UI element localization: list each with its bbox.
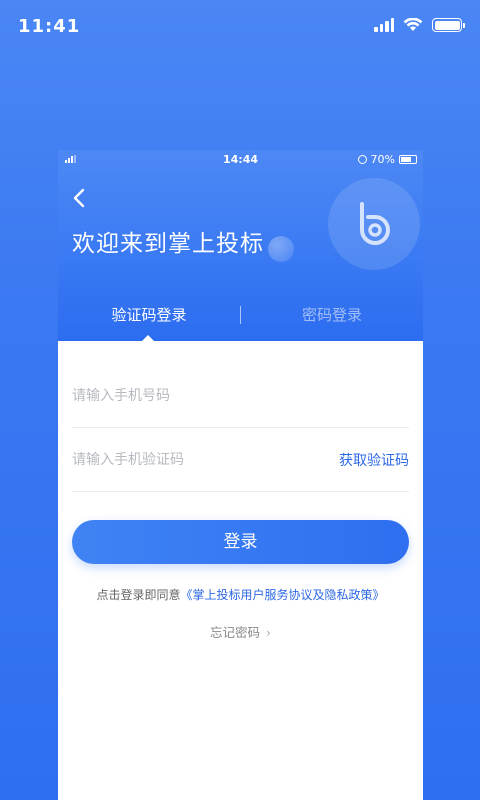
inner-battery-percent: 70% xyxy=(370,153,395,166)
agreement-prefix: 点击登录即同意 xyxy=(96,588,181,602)
battery-icon xyxy=(432,18,465,32)
login-tabs: 验证码登录 密码登录 xyxy=(58,298,423,342)
welcome-title: 欢迎来到掌上投标 xyxy=(72,231,264,257)
code-input[interactable] xyxy=(72,428,322,492)
forgot-password-link[interactable]: 忘记密码 › xyxy=(58,622,423,641)
agreement-text: 点击登录即同意《掌上投标用户服务协议及隐私政策》 xyxy=(58,586,423,603)
tab-code-login[interactable]: 验证码登录 xyxy=(58,304,240,325)
inner-status-right: 70% xyxy=(357,153,417,166)
logo-icon xyxy=(360,202,390,245)
login-header: 14:44 70% 欢迎来到掌上投标 验证码登录 密码登录 xyxy=(58,150,423,342)
status-icons xyxy=(374,18,465,32)
get-code-button[interactable]: 获取验证码 xyxy=(339,450,409,470)
inner-status-bar: 14:44 70% xyxy=(58,150,423,170)
app-screen: 14:44 70% 欢迎来到掌上投标 验证码登录 密码登录 请输入手机号码 请输… xyxy=(58,150,423,800)
active-tab-indicator xyxy=(141,335,155,342)
chevron-right-icon: › xyxy=(266,625,271,640)
forgot-password-label: 忘记密码 xyxy=(209,625,260,640)
code-field: 获取验证码 xyxy=(72,428,409,492)
wifi-icon xyxy=(403,18,423,31)
agreement-link[interactable]: 《掌上投标用户服务协议及隐私政策》 xyxy=(181,588,385,602)
phone-input[interactable] xyxy=(72,364,322,428)
login-button[interactable]: 登录 xyxy=(72,520,409,564)
rotation-lock-icon xyxy=(357,155,367,164)
inner-battery-icon xyxy=(399,155,417,164)
phone-field xyxy=(72,364,409,428)
tab-password-login[interactable]: 密码登录 xyxy=(241,304,423,325)
signal-icon xyxy=(374,18,394,32)
back-arrow-icon[interactable] xyxy=(70,186,90,210)
device-status-bar: 11:41 xyxy=(0,0,480,52)
decorative-ball xyxy=(268,236,294,262)
status-time: 11:41 xyxy=(18,16,81,37)
